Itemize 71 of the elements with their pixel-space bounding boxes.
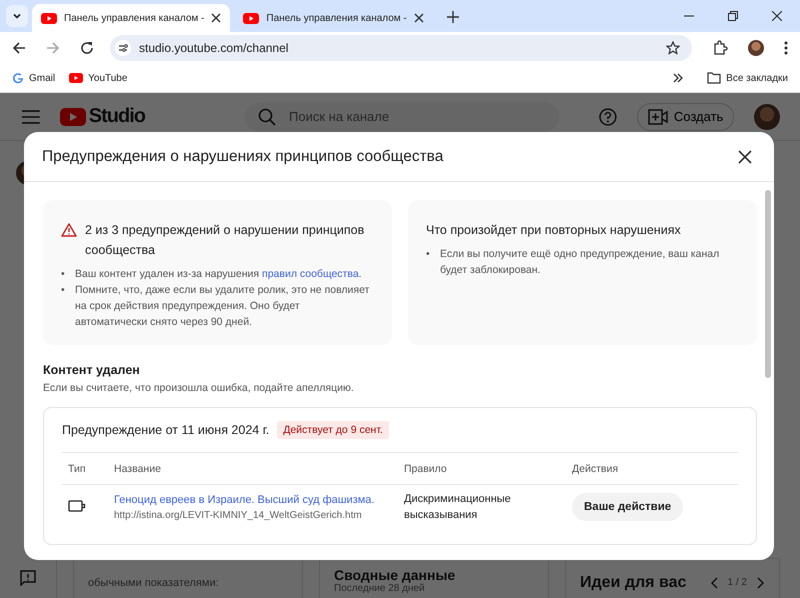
expiry-badge: Действует до 9 сент.	[277, 421, 389, 439]
scrollbar-thumb[interactable]	[765, 190, 771, 378]
new-tab-icon[interactable]	[446, 11, 459, 23]
bookmark[interactable]: YouTube	[69, 72, 128, 84]
close-icon[interactable]	[414, 13, 424, 23]
tab-list-button[interactable]	[6, 5, 28, 27]
close-icon[interactable]	[211, 13, 222, 23]
create-button[interactable]: Создать	[636, 102, 734, 130]
close-icon[interactable]	[772, 11, 782, 21]
studio-logo-text: Studio	[88, 105, 145, 128]
video-icon	[68, 500, 86, 512]
url-text: studio.youtube.com/channel	[139, 41, 290, 55]
browser-tab[interactable]: Панель управления каналом -	[32, 4, 230, 32]
browser-tab[interactable]: Панель управления каналом -	[234, 4, 433, 32]
channel-avatar[interactable]	[754, 104, 780, 130]
section-subtitle: Если вы считаете, что произошла ошибка, подайте апелляцию.	[43, 382, 355, 394]
reload-icon[interactable]	[80, 41, 94, 55]
close-icon[interactable]	[738, 150, 752, 164]
all-bookmarks[interactable]: Все закладки	[707, 72, 788, 84]
bullet-text: Если вы получите ещё одно предупреждение, ваш канал будет заблокирован.	[440, 247, 720, 278]
feedback-icon[interactable]	[20, 570, 36, 586]
star-icon[interactable]	[666, 41, 680, 55]
help-icon[interactable]	[599, 108, 617, 126]
back-icon[interactable]	[12, 41, 26, 55]
link[interactable]: правил сообщества	[262, 268, 359, 280]
puzzle-icon[interactable]	[712, 40, 728, 56]
play-logo-icon	[243, 12, 260, 24]
dialog-title: Предупреждения о нарушениях принципов сообщества	[42, 148, 444, 166]
column-header: Тип	[68, 462, 87, 474]
column-header: Правило	[404, 462, 448, 474]
card-heading: 2 из 3 предупреждений о нарушении принципов сообщества	[85, 222, 366, 259]
column-header: Название	[114, 462, 162, 474]
pager-text: 1 / 2	[728, 577, 747, 588]
address-bar[interactable]: studio.youtube.com/channel	[110, 35, 692, 61]
bullet-marker: •	[61, 267, 66, 282]
bullet-marker: •	[61, 283, 66, 298]
search-icon	[258, 108, 276, 126]
menu-icon[interactable]	[784, 41, 788, 55]
rule-cell-text: Дискриминационные высказывания	[404, 492, 512, 523]
card-heading: Что произойдет при повторных нарушениях	[426, 222, 681, 239]
card-text: обычными показателями:	[88, 576, 220, 588]
prev-icon[interactable]	[710, 576, 718, 588]
section-title: Контент удален	[43, 363, 141, 377]
video-title-link[interactable]: Геноцид евреев в Израиле. Высший суд фашизма.	[114, 494, 404, 506]
card-title: Идеи для вас	[580, 574, 686, 592]
warning-icon	[61, 223, 77, 237]
play-logo-icon	[41, 12, 57, 24]
profile-avatar[interactable]	[748, 40, 764, 56]
bullet-text: Ваш контент удален из-за нарушения правил сообщества.	[75, 267, 362, 282]
chevrons-icon[interactable]	[673, 73, 684, 83]
chevron-down-icon	[12, 11, 22, 21]
video-plus-icon	[648, 108, 668, 124]
restore-icon[interactable]	[728, 11, 738, 21]
site-settings-icon[interactable]	[115, 40, 131, 56]
bullet-marker: •	[426, 247, 431, 262]
next-icon[interactable]	[757, 576, 765, 588]
strike-heading: Предупреждение от 11 июня 2024 г.	[62, 423, 270, 437]
column-header: Действия	[572, 462, 620, 474]
tab-title: Панель управления каналом -	[266, 12, 407, 24]
play-logo-icon	[69, 73, 84, 83]
folder-icon	[707, 72, 722, 84]
tab-title: Панель управления каналом -	[64, 12, 204, 24]
card-title: Сводные данные	[334, 567, 456, 583]
bullet-text: Помните, что, даже если вы удалите ролик, это не повлияет на срок действия предупреждения. Оно будет автоматически снято через 90 дней.	[75, 283, 370, 330]
search-field[interactable]: Поиск на канале	[245, 102, 560, 132]
action-button[interactable]: Ваше действие	[572, 493, 684, 521]
play-logo-icon	[60, 108, 86, 126]
card-subtitle: Последние 28 дней	[334, 583, 426, 594]
video-url: http://istina.org/LEVIT-KIMNIY_14_WeltGeistGerich.htm	[114, 510, 363, 520]
g-logo-icon	[12, 72, 24, 84]
bookmark[interactable]: Gmail	[12, 72, 56, 84]
